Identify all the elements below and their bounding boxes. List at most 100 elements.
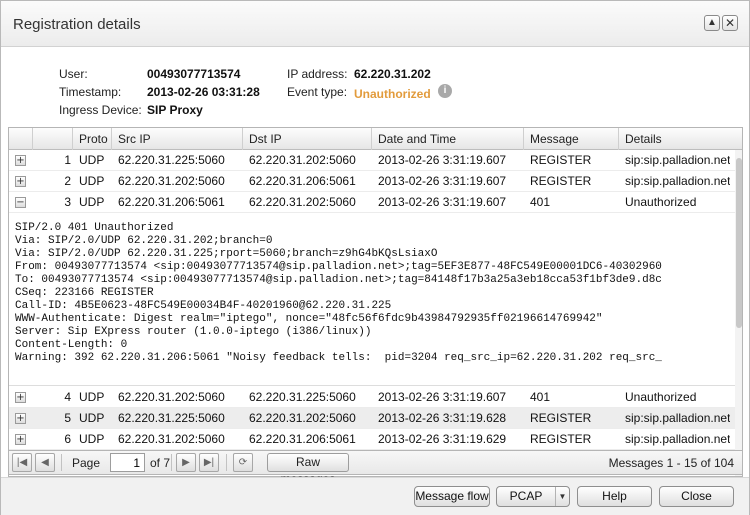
page-number-input[interactable] — [110, 453, 145, 472]
ingress-device-label: Ingress Device: — [59, 103, 142, 117]
table-row[interactable]: +4 UDP 62.220.31.202:5060 62.220.31.225:506… — [9, 387, 735, 408]
title-bar: Registration details ▲ ✕ — [1, 1, 749, 47]
row-src-ip: 62.220.31.202:5060 — [118, 174, 225, 188]
row-proto: UDP — [79, 153, 105, 167]
row-date-time: 2013-02-26 3:31:19.607 — [378, 153, 507, 167]
row-dst-ip: 62.220.31.206:5061 — [249, 174, 356, 188]
dialog-footer: Message flow PCAP ▼ Help Close — [1, 477, 749, 515]
row-message: 401 — [530, 195, 551, 209]
row-message: REGISTER — [530, 411, 592, 425]
registration-info: User: 00493077713574 Timestamp: 2013-02-… — [1, 48, 749, 126]
row-dst-ip: 62.220.31.202:5060 — [249, 195, 356, 209]
header-details[interactable]: Details — [619, 128, 742, 150]
restore-icon[interactable]: ▲ — [704, 15, 720, 31]
row-proto: UDP — [79, 195, 105, 209]
sip-message-line: Via: SIP/2.0/UDP 62.220.31.202;branch=0 — [15, 235, 273, 247]
row-message: REGISTER — [530, 153, 592, 167]
row-date-time: 2013-02-26 3:31:19.607 — [378, 195, 507, 209]
collapse-icon[interactable]: − — [15, 197, 26, 208]
info-icon[interactable]: i — [438, 84, 452, 98]
row-src-ip: 62.220.31.202:5060 — [118, 390, 225, 404]
table-row[interactable]: +1 UDP 62.220.31.225:5060 62.220.31.202:506… — [9, 150, 735, 171]
table-row[interactable]: +2 UDP 62.220.31.202:5060 62.220.31.206:506… — [9, 171, 735, 192]
refresh-icon[interactable]: ⟳ — [233, 453, 253, 472]
page-label: Page — [72, 456, 101, 470]
header-dst-ip[interactable]: Dst IP — [243, 128, 372, 150]
sip-message-text: SIP/2.0 401 Unauthorized Via: SIP/2.0/UDP… — [15, 222, 662, 365]
table-row[interactable]: − 3 UDP 62.220.31.206:5061 62.220.31.202:506… — [9, 192, 735, 213]
row-details: sip:sip.palladion.net — [625, 153, 731, 167]
expand-icon[interactable]: + — [15, 155, 26, 166]
sip-message-line: From: 00493077713574 <sip:00493077713574… — [15, 261, 662, 273]
sip-message-line: Call-ID: 4B5E0623-48FC549E00034B4F-40201… — [15, 300, 392, 312]
header-number-col — [33, 128, 73, 150]
table-row[interactable]: +6 UDP 62.220.31.202:5060 62.220.31.206:506… — [9, 429, 735, 450]
ip-address-value: 62.220.31.202 — [354, 67, 431, 81]
user-label: User: — [59, 67, 88, 81]
message-count: Messages 1 - 15 of 104 — [608, 456, 734, 470]
scrollbar-thumb[interactable] — [736, 158, 742, 328]
registration-details-window: Registration details ▲ ✕ User: 004930777… — [0, 0, 750, 515]
timestamp-label: Timestamp: — [59, 85, 122, 99]
row-number: 6 — [64, 432, 71, 446]
expand-icon[interactable]: + — [15, 413, 26, 424]
header-src-ip[interactable]: Src IP — [112, 128, 243, 150]
row-details: Unauthorized — [625, 195, 697, 209]
row-dst-ip: 62.220.31.225:5060 — [249, 390, 356, 404]
header-proto[interactable]: Proto — [73, 128, 112, 150]
first-page-icon[interactable]: |◀ — [12, 453, 32, 472]
message-flow-button[interactable]: Message flow — [414, 486, 490, 507]
expand-icon[interactable]: + — [15, 176, 26, 187]
window-title: Registration details — [13, 16, 141, 33]
sip-message-line: SIP/2.0 401 Unauthorized — [15, 222, 174, 234]
row-proto: UDP — [79, 411, 105, 425]
row-number: 4 — [64, 390, 71, 404]
pcap-button[interactable]: PCAP ▼ — [496, 486, 570, 507]
page-total-label: of 7 — [150, 456, 171, 470]
row-number: 2 — [64, 174, 71, 188]
row-proto: UDP — [79, 432, 105, 446]
separator — [226, 454, 227, 471]
chevron-down-icon[interactable]: ▼ — [555, 487, 569, 506]
expand-icon[interactable]: + — [15, 434, 26, 445]
header-expander-col — [9, 128, 33, 150]
user-value: 00493077713574 — [147, 67, 241, 81]
row-src-ip: 62.220.31.202:5060 — [118, 432, 225, 446]
event-type-value: Unauthorized — [354, 87, 431, 101]
prev-page-icon[interactable]: ◀ — [35, 453, 55, 472]
table-row[interactable]: +5 UDP 62.220.31.225:5060 62.220.31.202:506… — [9, 408, 735, 429]
close-button[interactable]: Close — [659, 486, 734, 507]
sip-message-line: Server: Sip EXpress router (1.0.0-iptego… — [15, 326, 372, 338]
row-src-ip: 62.220.31.225:5060 — [118, 153, 225, 167]
row-details: Unauthorized — [625, 390, 697, 404]
header-date-time[interactable]: Date and Time — [372, 128, 524, 150]
close-icon[interactable]: ✕ — [722, 15, 738, 31]
row-date-time: 2013-02-26 3:31:19.629 — [378, 432, 507, 446]
messages-grid: Proto Src IP Dst IP Date and Time Messag… — [8, 127, 743, 477]
sip-message-line: Warning: 392 62.220.31.206:5061 "Noisy f… — [15, 352, 662, 364]
raw-messages-button[interactable]: Raw messages — [267, 453, 349, 486]
row-dst-ip: 62.220.31.202:5060 — [249, 153, 356, 167]
help-button[interactable]: Help — [577, 486, 652, 507]
row-message: REGISTER — [530, 174, 592, 188]
row-details: sip:sip.palladion.net — [625, 174, 731, 188]
row-number: 3 — [64, 195, 71, 209]
next-page-icon[interactable]: ▶ — [176, 453, 196, 472]
row-date-time: 2013-02-26 3:31:19.607 — [378, 390, 507, 404]
row-src-ip: 62.220.31.225:5060 — [118, 411, 225, 425]
row-message: 401 — [530, 390, 551, 404]
event-type-label: Event type: — [287, 85, 348, 99]
row-dst-ip: 62.220.31.206:5061 — [249, 432, 356, 446]
header-message[interactable]: Message — [524, 128, 619, 150]
sip-message-line: To: 00493077713574 <sip:00493077713574@s… — [15, 274, 662, 286]
expand-icon[interactable]: + — [15, 392, 26, 403]
row-number: 5 — [64, 411, 71, 425]
grid-scrollbar[interactable] — [735, 150, 742, 476]
row-dst-ip: 62.220.31.202:5060 — [249, 411, 356, 425]
row-details: sip:sip.palladion.net — [625, 432, 731, 446]
sip-message-line: Content-Length: 0 — [15, 339, 128, 351]
last-page-icon[interactable]: ▶| — [199, 453, 219, 472]
row-proto: UDP — [79, 174, 105, 188]
row-number: 1 — [64, 153, 71, 167]
ip-address-label: IP address: — [287, 67, 348, 81]
